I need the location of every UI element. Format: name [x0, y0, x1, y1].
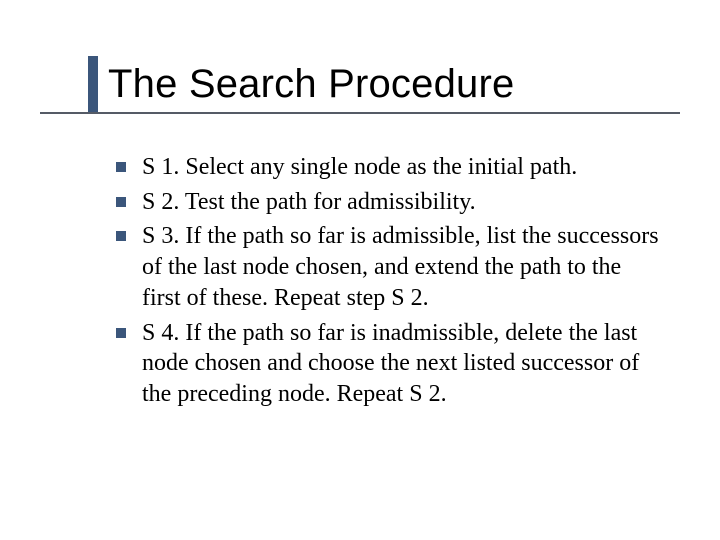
list-item: S 2. Test the path for admissibility. [116, 187, 664, 218]
list-item: S 4. If the path so far is inadmissible,… [116, 318, 664, 410]
square-bullet-icon [116, 197, 126, 207]
square-bullet-icon [116, 231, 126, 241]
list-item-text: S 2. Test the path for admissibility. [142, 187, 476, 218]
square-bullet-icon [116, 328, 126, 338]
body-content: S 1. Select any single node as the initi… [116, 152, 664, 414]
list-item: S 1. Select any single node as the initi… [116, 152, 664, 183]
title-block: The Search Procedure [68, 62, 680, 114]
square-bullet-icon [116, 162, 126, 172]
list-item-text: S 4. If the path so far is inadmissible,… [142, 318, 664, 410]
list-item-text: S 3. If the path so far is admissible, l… [142, 221, 664, 313]
slide-title: The Search Procedure [68, 62, 680, 110]
slide: The Search Procedure S 1. Select any sin… [0, 0, 720, 540]
list-item: S 3. If the path so far is admissible, l… [116, 221, 664, 313]
title-underline [40, 112, 680, 114]
list-item-text: S 1. Select any single node as the initi… [142, 152, 577, 183]
